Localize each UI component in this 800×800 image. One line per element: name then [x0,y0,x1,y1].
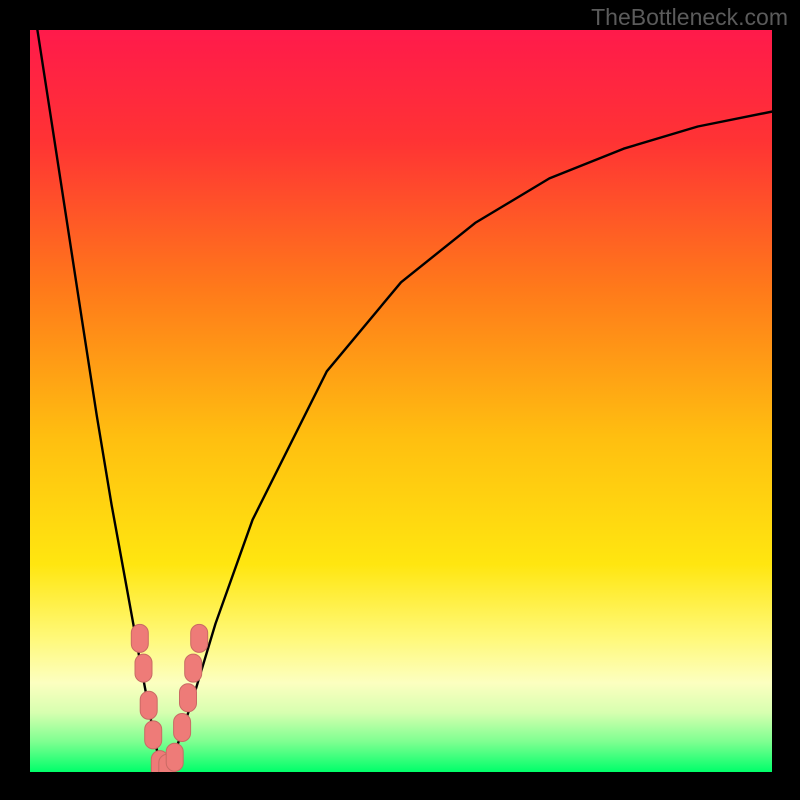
curve-marker [185,654,202,682]
curve-marker [140,691,157,719]
curve-marker [174,714,191,742]
curve-marker [131,624,148,652]
bottleneck-chart-svg [0,0,800,800]
curve-marker [180,684,197,712]
curve-marker [166,743,183,771]
curve-marker [135,654,152,682]
chart-stage: TheBottleneck.com [0,0,800,800]
curve-marker [191,624,208,652]
curve-marker [145,721,162,749]
